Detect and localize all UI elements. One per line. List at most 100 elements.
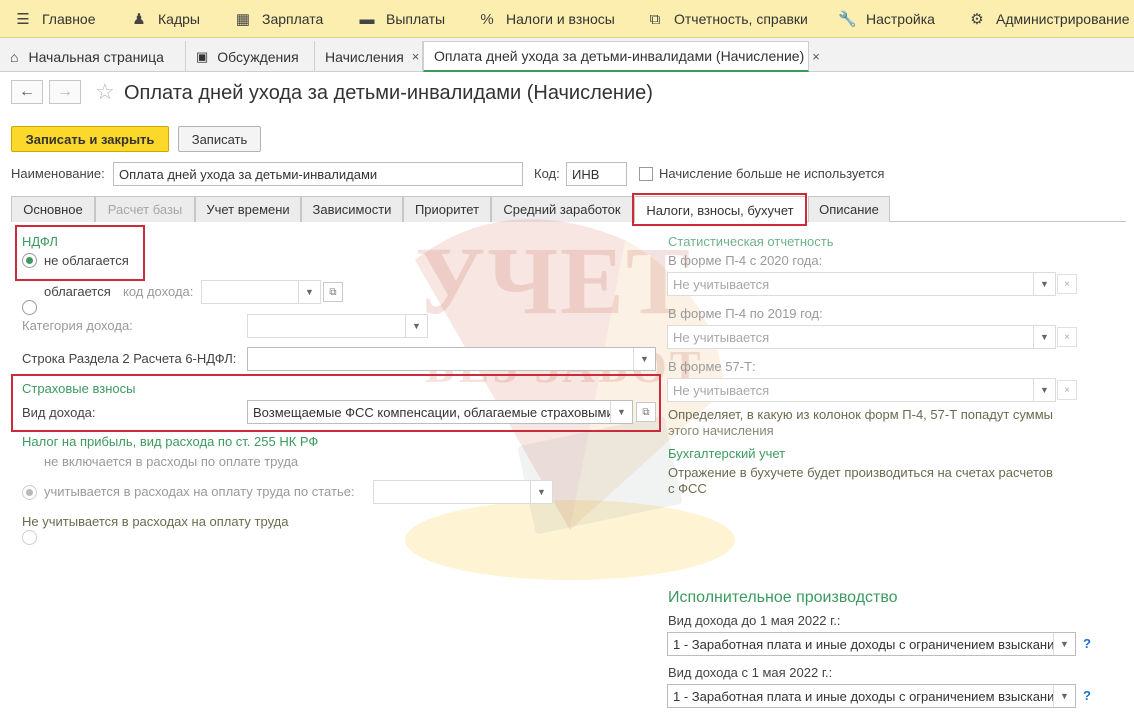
calculator-icon: ▦ bbox=[235, 11, 251, 28]
insurance-income-type-label: Вид дохода: bbox=[22, 405, 96, 420]
page-title: Оплата дней ухода за детьми-инвалидами (… bbox=[124, 82, 653, 104]
dropdown-arrow-icon: ▼ bbox=[1053, 685, 1075, 707]
percent-icon: % bbox=[480, 10, 494, 28]
menu-item-payments[interactable]: ▬ Выплаты bbox=[358, 0, 446, 38]
tab-home[interactable]: ⌂ Начальная страница bbox=[0, 41, 186, 72]
unused-checkbox[interactable] bbox=[639, 167, 653, 181]
stat-note-line2: этого начисления bbox=[668, 423, 774, 438]
ndfl-not-taxed-radio[interactable] bbox=[22, 253, 37, 268]
enforcement-before-label: Вид дохода до 1 мая 2022 г.: bbox=[668, 613, 841, 628]
watermark-text: УЧЕТ bbox=[415, 227, 692, 334]
p4-2020-label: В форме П-4 с 2020 года: bbox=[668, 253, 823, 268]
insurance-income-type-select[interactable]: Возмещаемые ФСС компенсации, облагаемые … bbox=[247, 400, 633, 424]
ndfl-not-taxed-label: не облагается bbox=[44, 253, 129, 268]
profit-included-label: учитывается в расходах на оплату труда п… bbox=[44, 484, 355, 499]
ndfl-section-title: НДФЛ bbox=[22, 234, 58, 249]
menu-item-admin[interactable]: ⚙ Администрирование bbox=[968, 0, 1129, 38]
main-menu-bar: ☰ Главное ♟ Кадры ▦ Зарплата ▬ Выплаты % Нало… bbox=[0, 0, 1134, 38]
dropdown-arrow-icon: ▼ bbox=[1033, 326, 1055, 348]
tab-current-accrual[interactable]: Оплата дней ухода за детьми-инвалидами (… bbox=[423, 41, 820, 72]
profit-tax-note: Не учитывается в расходах на оплату труд… bbox=[22, 514, 289, 529]
enforcement-after-select[interactable]: 1 - Заработная плата и иные доходы с огр… bbox=[667, 684, 1076, 708]
menu-item-reports[interactable]: ⧉ Отчетность, справки bbox=[646, 0, 808, 38]
p4-2019-label: В форме П-4 по 2019 год: bbox=[668, 306, 823, 321]
p4-2019-select[interactable]: Не учитывается ▼ bbox=[667, 325, 1056, 349]
income-code-select[interactable]: ▼ bbox=[201, 280, 321, 304]
profit-included-radio[interactable] bbox=[22, 530, 37, 545]
close-icon[interactable]: × bbox=[412, 49, 420, 64]
arrow-right-icon: → bbox=[57, 83, 73, 100]
wrench-icon: 🔧 bbox=[838, 11, 857, 28]
tab-base-calc[interactable]: Расчет базы bbox=[95, 196, 195, 222]
profit-not-included-radio[interactable] bbox=[22, 485, 37, 500]
unused-label: Начисление больше не используется bbox=[659, 166, 885, 181]
accounting-note-line1: Отражение в бухучете будет производиться… bbox=[668, 465, 1053, 480]
clear-icon[interactable]: × bbox=[1057, 380, 1077, 400]
gear-icon: ⚙ bbox=[970, 11, 984, 28]
clear-icon[interactable]: × bbox=[1057, 327, 1077, 347]
dropdown-arrow-icon: ▼ bbox=[1033, 273, 1055, 295]
open-icon[interactable]: ⧉ bbox=[323, 282, 343, 302]
tab-average-earnings[interactable]: Средний заработок bbox=[491, 196, 633, 222]
accounting-section-title: Бухгалтерский учет bbox=[668, 446, 786, 461]
name-label: Наименование: bbox=[11, 166, 105, 181]
dropdown-arrow-icon: ▼ bbox=[633, 348, 655, 370]
menu-item-personnel[interactable]: ♟ Кадры bbox=[130, 0, 200, 38]
dropdown-arrow-icon: ▼ bbox=[1053, 633, 1075, 655]
ndfl-taxed-label: облагается bbox=[44, 284, 111, 299]
income-code-label: код дохода: bbox=[123, 284, 194, 299]
dropdown-arrow-icon: ▼ bbox=[1033, 379, 1055, 401]
tab-dependencies[interactable]: Зависимости bbox=[301, 196, 403, 222]
line-6ndfl-select[interactable]: ▼ bbox=[247, 347, 656, 371]
tab-description[interactable]: Описание bbox=[808, 196, 890, 222]
clear-icon[interactable]: × bbox=[1057, 274, 1077, 294]
profit-tax-section-title: Налог на прибыль, вид расхода по ст. 255… bbox=[22, 434, 319, 449]
forward-button[interactable]: → bbox=[49, 80, 81, 104]
wallet-icon: ▬ bbox=[359, 10, 375, 28]
open-icon[interactable]: ⧉ bbox=[636, 402, 656, 422]
menu-item-taxes[interactable]: % Налоги и взносы bbox=[478, 0, 615, 38]
hamburger-icon: ☰ bbox=[16, 11, 30, 28]
save-button[interactable]: Записать bbox=[178, 126, 261, 152]
back-button[interactable]: ← bbox=[11, 80, 43, 104]
dropdown-arrow-icon: ▼ bbox=[405, 315, 427, 337]
code-label: Код: bbox=[534, 166, 560, 181]
code-input[interactable]: ИНВ bbox=[566, 162, 627, 186]
accounting-note-line2: с ФСС bbox=[668, 481, 707, 496]
tab-accruals[interactable]: Начисления × bbox=[315, 41, 423, 72]
menu-item-settings[interactable]: 🔧 Настройка bbox=[838, 0, 935, 38]
income-category-label: Категория дохода: bbox=[22, 318, 133, 333]
menu-item-salary[interactable]: ▦ Зарплата bbox=[234, 0, 323, 38]
f57t-label: В форме 57-Т: bbox=[668, 359, 756, 374]
help-icon[interactable]: ? bbox=[1083, 688, 1091, 703]
save-and-close-button[interactable]: Записать и закрыть bbox=[11, 126, 169, 152]
window-tabs-bar: ⌂ Начальная страница ▣ Обсуждения Начислен… bbox=[0, 38, 1134, 72]
tab-time-tracking[interactable]: Учет времени bbox=[195, 196, 301, 222]
stat-section-title: Статистическая отчетность bbox=[668, 234, 834, 249]
dropdown-arrow-icon: ▼ bbox=[610, 401, 632, 423]
income-category-select[interactable]: ▼ bbox=[247, 314, 428, 338]
enforcement-before-select[interactable]: 1 - Заработная плата и иные доходы с огр… bbox=[667, 632, 1076, 656]
chat-icon: ▣ bbox=[196, 48, 209, 64]
dropdown-arrow-icon: ▼ bbox=[530, 481, 552, 503]
f57t-select[interactable]: Не учитывается ▼ bbox=[667, 378, 1056, 402]
profit-article-select[interactable]: ▼ bbox=[373, 480, 553, 504]
dropdown-arrow-icon: ▼ bbox=[298, 281, 320, 303]
arrow-left-icon: ← bbox=[19, 83, 35, 100]
close-icon[interactable]: × bbox=[812, 49, 820, 64]
enforcement-after-label: Вид дохода с 1 мая 2022 г.: bbox=[668, 665, 833, 680]
menu-item-main[interactable]: ☰ Главное bbox=[14, 0, 95, 38]
name-input[interactable]: Оплата дней ухода за детьми-инвалидами bbox=[113, 162, 523, 186]
favorite-star-icon[interactable]: ☆ bbox=[95, 80, 115, 104]
tab-discussions[interactable]: ▣ Обсуждения bbox=[186, 41, 315, 72]
p4-2020-select[interactable]: Не учитывается ▼ bbox=[667, 272, 1056, 296]
home-icon: ⌂ bbox=[10, 48, 19, 65]
ndfl-taxed-radio[interactable] bbox=[22, 300, 37, 315]
help-icon[interactable]: ? bbox=[1083, 636, 1091, 651]
people-icon: ♟ bbox=[132, 11, 146, 28]
profit-not-included-label: не включается в расходы по оплате труда bbox=[44, 454, 299, 469]
insurance-section-title: Страховые взносы bbox=[22, 381, 136, 396]
tab-main[interactable]: Основное bbox=[11, 196, 95, 222]
documents-icon: ⧉ bbox=[649, 10, 661, 28]
tab-priority[interactable]: Приоритет bbox=[403, 196, 491, 222]
